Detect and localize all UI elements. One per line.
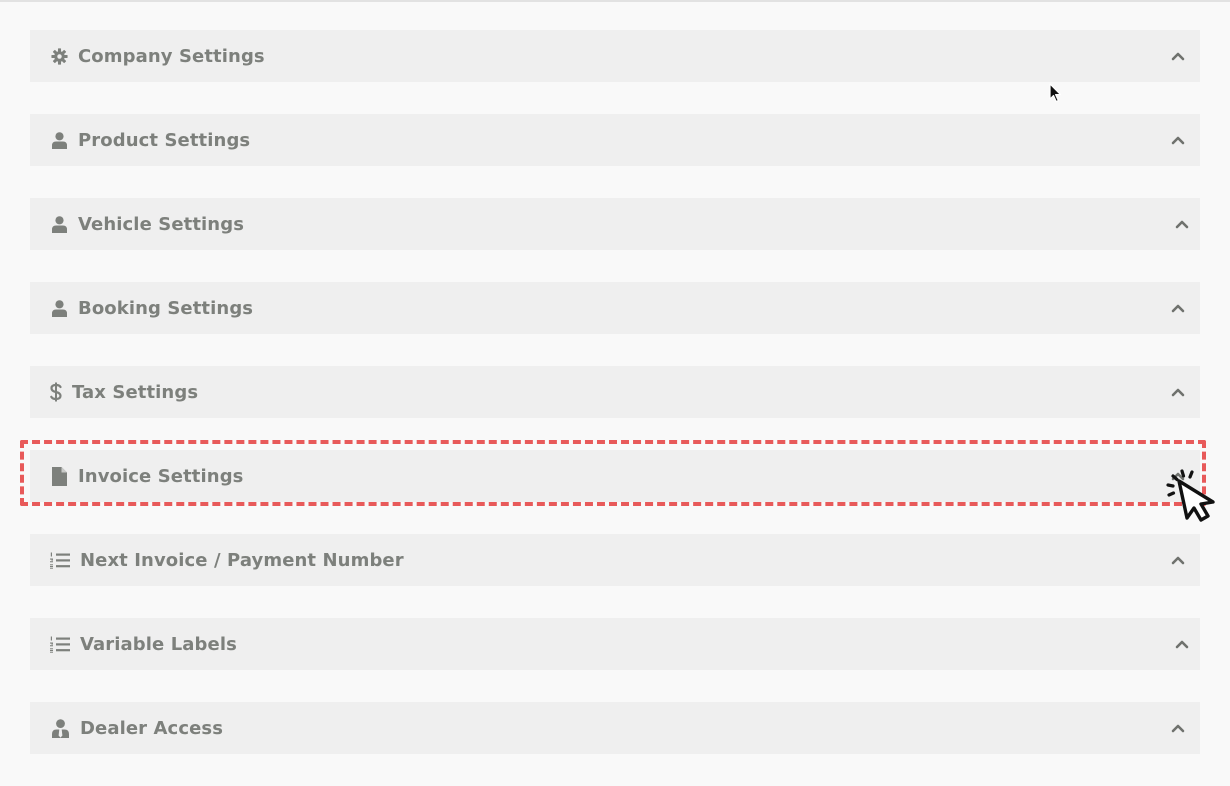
chevron-up-icon[interactable] [1170, 384, 1186, 400]
chevron-up-icon[interactable] [1170, 720, 1186, 736]
panel-label: Next Invoice / Payment Number [80, 549, 404, 571]
panel-product-settings[interactable]: Product Settings [30, 114, 1200, 166]
mouse-pointer-icon [1049, 83, 1062, 103]
panel-company-settings[interactable]: Company Settings [30, 30, 1200, 82]
panel-dealer-access[interactable]: Dealer Access [30, 702, 1200, 754]
chevron-up-icon[interactable] [1174, 636, 1190, 652]
panel-label: Tax Settings [72, 381, 199, 403]
ordered-list-icon [50, 634, 70, 654]
dollar-icon [50, 382, 62, 402]
panel-invoice-settings[interactable]: Invoice Settings [30, 450, 1200, 502]
settings-accordion: Company Settings Product Settings Vehicl… [30, 30, 1200, 786]
chevron-up-icon[interactable] [1170, 48, 1186, 64]
panel-label: Company Settings [78, 45, 265, 67]
ordered-list-icon [50, 550, 70, 570]
file-icon [50, 466, 68, 486]
chevron-up-icon[interactable] [1170, 132, 1186, 148]
user-icon [50, 214, 68, 234]
panel-next-invoice-payment-number[interactable]: Next Invoice / Payment Number [30, 534, 1200, 586]
panel-label: Invoice Settings [78, 465, 244, 487]
chevron-up-icon[interactable] [1170, 552, 1186, 568]
gear-icon [50, 46, 68, 66]
panel-label: Vehicle Settings [78, 213, 245, 235]
panel-label: Product Settings [78, 129, 251, 151]
chevron-up-icon[interactable] [1170, 300, 1186, 316]
panel-booking-settings[interactable]: Booking Settings [30, 282, 1200, 334]
panel-variable-labels[interactable]: Variable Labels [30, 618, 1200, 670]
user-icon [50, 130, 68, 150]
user-tie-icon [50, 718, 70, 738]
panel-label: Dealer Access [80, 717, 224, 739]
user-icon [50, 298, 68, 318]
panel-tax-settings[interactable]: Tax Settings [30, 366, 1200, 418]
panel-vehicle-settings[interactable]: Vehicle Settings [30, 198, 1200, 250]
top-divider [0, 0, 1230, 2]
click-cursor-icon [1166, 469, 1215, 522]
panel-label: Booking Settings [78, 297, 254, 319]
chevron-up-icon[interactable] [1174, 216, 1190, 232]
panel-label: Variable Labels [80, 633, 237, 655]
